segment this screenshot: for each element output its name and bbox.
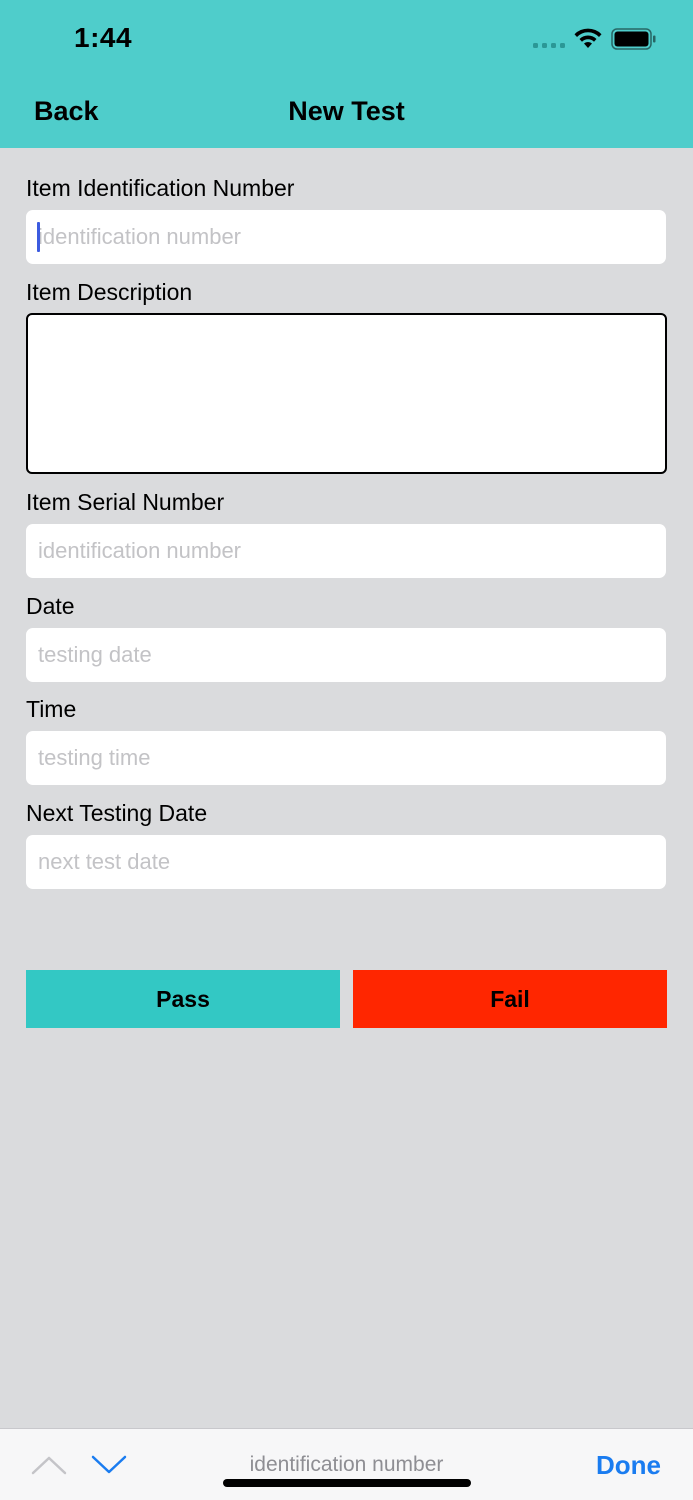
item-description-label: Item Description xyxy=(26,279,193,305)
next-testing-date-label: Next Testing Date xyxy=(26,800,208,826)
keyboard-toolbar: identification number Done xyxy=(0,1428,693,1500)
item-id-input[interactable] xyxy=(26,210,666,264)
navigation-header: 1:44 Back New Test xyxy=(0,0,693,148)
next-testing-date-input[interactable] xyxy=(26,835,666,889)
cellular-signal-icon xyxy=(533,42,567,48)
wifi-icon xyxy=(574,28,602,48)
fail-button[interactable]: Fail xyxy=(353,970,667,1028)
time-input[interactable] xyxy=(26,731,666,785)
time-label: Time xyxy=(26,696,77,722)
date-label: Date xyxy=(26,593,75,619)
done-button[interactable]: Done xyxy=(596,1450,661,1481)
item-id-label: Item Identification Number xyxy=(26,175,295,201)
item-description-textarea[interactable] xyxy=(26,313,667,474)
status-time: 1:44 xyxy=(74,22,133,53)
battery-icon xyxy=(611,28,656,50)
page-title: New Test xyxy=(288,96,405,126)
item-serial-label: Item Serial Number xyxy=(26,489,225,515)
back-button[interactable]: Back xyxy=(34,96,99,127)
toolbar-current-field: identification number xyxy=(249,1453,444,1476)
pass-button[interactable]: Pass xyxy=(26,970,340,1028)
date-input[interactable] xyxy=(26,628,666,682)
item-serial-input[interactable] xyxy=(26,524,666,578)
home-indicator xyxy=(223,1479,471,1487)
text-cursor xyxy=(37,222,40,252)
